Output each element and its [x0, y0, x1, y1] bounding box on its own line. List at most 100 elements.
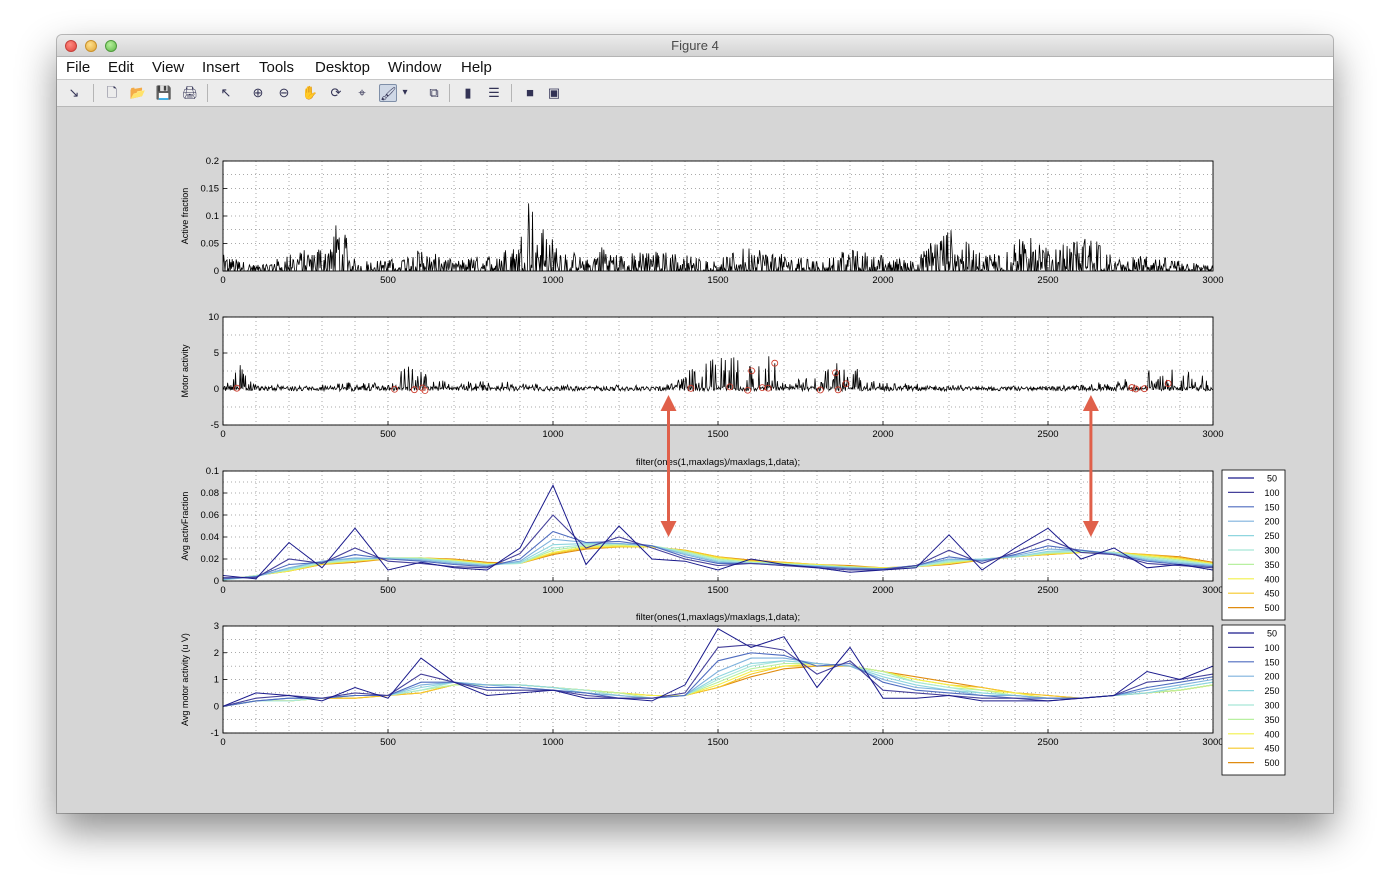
x-tick-label: 3000	[1202, 585, 1223, 596]
edit-plot-pointer-icon[interactable]: ↖	[217, 84, 235, 102]
menu-edit[interactable]: Edit	[108, 59, 134, 76]
legend-label: 450	[1264, 744, 1279, 754]
figure-window: Figure 4 File Edit View Insert Tools Des…	[57, 35, 1333, 813]
axes-title: filter(ones(1,maxlags)/maxlags,1,data);	[636, 612, 800, 623]
y-axis-label: Active fraction	[180, 188, 190, 245]
brush-dropdown-icon[interactable]: ▾	[400, 84, 410, 102]
print-icon[interactable]: 🖨	[181, 84, 199, 102]
x-tick-label: 500	[380, 429, 396, 440]
pan-hand-icon[interactable]: ✋	[301, 84, 319, 102]
legend-label: 450	[1264, 589, 1279, 599]
toolbar-separator	[93, 84, 94, 102]
toolbar-separator	[511, 84, 512, 102]
legend-label: 100	[1264, 488, 1279, 498]
y-tick-label: 0.06	[201, 510, 220, 521]
y-tick-label: -5	[211, 420, 219, 431]
colorbar-icon[interactable]: ▮	[459, 84, 477, 102]
y-axis-label: Avg activFraction	[180, 492, 190, 561]
y-tick-label: 0.05	[201, 239, 220, 250]
x-tick-label: 1500	[707, 737, 728, 748]
y-tick-label: 0.1	[206, 466, 219, 477]
legend-label: 500	[1264, 603, 1279, 613]
y-axis-label: Avg motor activity (u V)	[180, 633, 190, 726]
x-tick-label: 2500	[1037, 585, 1058, 596]
axes-2: 0 500 1000 1500 2000 2500 3000-50510Motor acti…	[180, 312, 1224, 440]
y-tick-label: 0.15	[201, 184, 220, 195]
x-tick-label: 2500	[1037, 429, 1058, 440]
toolbar-separator	[207, 84, 208, 102]
y-tick-label: 0	[214, 384, 219, 395]
x-tick-label: 2000	[872, 429, 893, 440]
legend-label: 250	[1264, 531, 1279, 541]
legend-label: 350	[1264, 715, 1279, 725]
show-plot-tools-icon[interactable]: ▣	[545, 84, 563, 102]
x-tick-label: 3000	[1202, 275, 1223, 286]
legend-label: 200	[1264, 672, 1279, 682]
axes-title: filter(ones(1,maxlags)/maxlags,1,data);	[636, 457, 800, 468]
x-tick-label: 1500	[707, 429, 728, 440]
y-tick-label: 1	[214, 675, 219, 686]
x-tick-label: 0	[220, 275, 225, 286]
figure-toolbar: ↘ 🗋 📂 💾 🖨 ↖ ⊕ ⊖ ✋ ⟳ ⌖ 🖌 ▾ ⧉ ▮ ☰ ■ ▣	[57, 80, 1333, 107]
legend-label: 50	[1267, 629, 1277, 639]
legend: 50 100 150 200 250 300 350 400 450 500	[1221, 469, 1286, 621]
y-tick-label: -1	[211, 728, 219, 739]
x-tick-label: 1000	[542, 429, 563, 440]
save-icon[interactable]: 💾	[155, 84, 173, 102]
legend-label: 50	[1267, 474, 1277, 484]
menu-tools[interactable]: Tools	[259, 59, 294, 76]
x-tick-label: 0	[220, 737, 225, 748]
legend-label: 150	[1264, 502, 1279, 512]
axes-4: 0 500 1000 1500 2000 2500 3000-10123Avg motor …	[180, 612, 1286, 776]
menu-window[interactable]: Window	[388, 59, 441, 76]
x-tick-label: 1500	[707, 585, 728, 596]
window-title: Figure 4	[671, 38, 719, 53]
menu-view[interactable]: View	[152, 59, 184, 76]
x-tick-label: 3000	[1202, 429, 1223, 440]
hide-plot-tools-icon[interactable]: ■	[521, 84, 539, 102]
y-tick-label: 0.1	[206, 211, 219, 222]
title-bar[interactable]: Figure 4	[57, 35, 1333, 57]
zoom-in-icon[interactable]: ⊕	[249, 84, 267, 102]
y-axis-label: Motor activity	[180, 344, 190, 398]
rotate-3d-icon[interactable]: ⟳	[327, 84, 345, 102]
x-tick-label: 500	[380, 737, 396, 748]
data-cursor-icon[interactable]: ⌖	[353, 84, 371, 102]
legend-label: 150	[1264, 657, 1279, 667]
menu-insert[interactable]: Insert	[202, 59, 240, 76]
legend-label: 250	[1264, 686, 1279, 696]
new-figure-icon[interactable]: 🗋	[103, 84, 121, 102]
dock-arrow-icon[interactable]: ↘	[65, 84, 83, 102]
x-tick-label: 1000	[542, 275, 563, 286]
legend-label: 400	[1264, 729, 1279, 739]
legend-label: 100	[1264, 643, 1279, 653]
x-tick-label: 1500	[707, 275, 728, 286]
legend-label: 400	[1264, 574, 1279, 584]
legend: 50 100 150 200 250 300 350 400 450 500	[1221, 624, 1286, 776]
x-tick-label: 0	[220, 585, 225, 596]
x-tick-label: 2500	[1037, 275, 1058, 286]
menu-bar: File Edit View Insert Tools Desktop Wind…	[57, 57, 1333, 80]
open-file-icon[interactable]: 📂	[129, 84, 147, 102]
zoom-out-icon[interactable]: ⊖	[275, 84, 293, 102]
menu-file[interactable]: File	[66, 59, 90, 76]
toolbar-separator	[449, 84, 450, 102]
legend-label: 200	[1264, 517, 1279, 527]
x-tick-label: 3000	[1202, 737, 1223, 748]
axes-1: 0 500 1000 1500 2000 2500 3000 0 0.05 0.1 0.15 0.2 A…	[180, 156, 1224, 286]
y-tick-label: 2	[214, 648, 219, 659]
brush-icon[interactable]: 🖌	[379, 84, 397, 102]
link-plot-icon[interactable]: ⧉	[425, 84, 443, 102]
x-tick-label: 1000	[542, 585, 563, 596]
axes-3: 0 500 1000 1500 2000 2500 3000 0 0.02 0.04 0.06 0.0…	[180, 457, 1286, 621]
y-tick-label: 0.2	[206, 156, 219, 167]
legend-label: 300	[1264, 701, 1279, 711]
y-tick-label: 0.04	[201, 532, 220, 543]
legend-icon[interactable]: ☰	[485, 84, 503, 102]
figure-canvas: 0 500 1000 1500 2000 2500 300000.050.10.150.2A…	[180, 156, 1286, 776]
menu-help[interactable]: Help	[461, 59, 492, 76]
x-tick-label: 2000	[872, 585, 893, 596]
y-tick-label: 3	[214, 621, 219, 632]
y-tick-label: 0	[214, 701, 219, 712]
menu-desktop[interactable]: Desktop	[315, 59, 370, 76]
